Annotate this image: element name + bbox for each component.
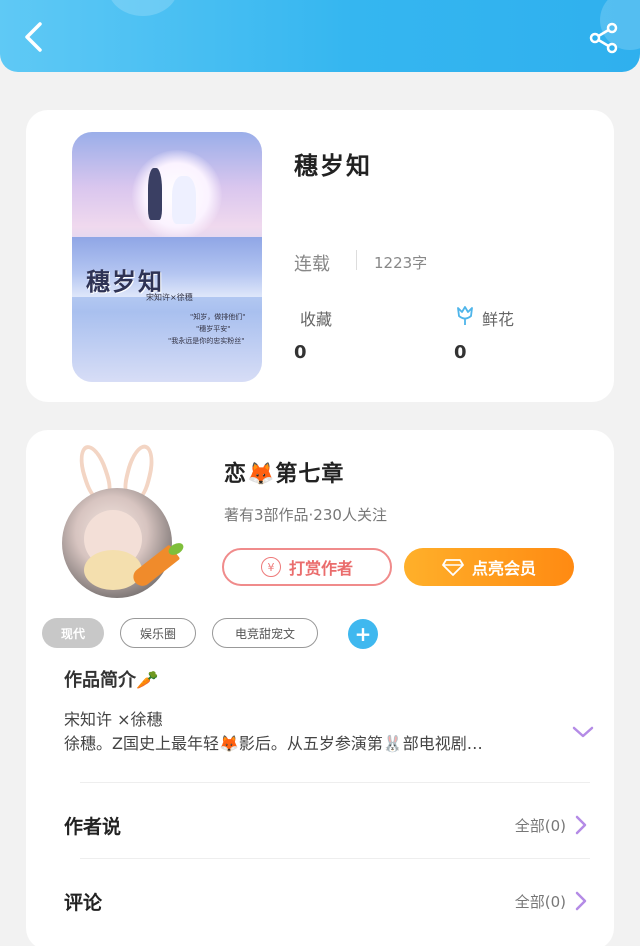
book-title: 穗岁知 [294,152,372,180]
cover-subtitle: 宋知许×徐穗 [146,293,193,302]
vip-button[interactable]: 点亮会员 [404,548,574,586]
share-button[interactable] [588,22,620,54]
cover-figure-man [148,168,162,220]
divider [356,250,357,270]
chevron-right-icon [575,815,587,835]
chevron-down-icon[interactable] [572,724,594,740]
favorites-count: 0 [294,342,307,363]
author-says-all-label: 全部(0) [514,816,566,835]
top-bar [0,0,640,72]
book-cover[interactable]: 穗岁知 宋知许×徐穗 "知岁，做排他们" "穗岁平安" "我永远是你的忠实粉丝" [72,132,262,382]
author-avatar-wrap[interactable] [56,440,196,600]
tag-entertainment[interactable]: 娱乐圈 [120,618,196,648]
flowers-count: 0 [454,342,467,363]
intro-text-line: 徐穗。Z国史上最年轻🦊影后。从五岁参演第🐰部电视剧… [64,734,483,753]
serial-status: 连载 [294,254,330,275]
flowers-label: 鲜花 [482,310,515,329]
word-count: 1223字 [374,254,428,272]
intro-text-line: 宋知许 ×徐穗 [64,710,163,729]
back-button[interactable] [18,18,52,56]
tag-modern[interactable]: 现代 [42,618,104,648]
vip-label: 点亮会员 [471,559,536,578]
author-detail-card: 恋🦊第七章 著有3部作品·230人关注 ¥ 打赏作者 点亮会员 现代 娱乐圈 电… [26,430,614,946]
share-icon [589,22,618,54]
reward-author-button[interactable]: ¥ 打赏作者 [222,548,392,586]
avatar [62,488,172,598]
cover-figure-woman [172,176,196,224]
book-info-card: 穗岁知 宋知许×徐穗 "知岁，做排他们" "穗岁平安" "我永远是你的忠实粉丝"… [26,110,614,402]
comments-title: 评论 [64,892,103,914]
author-says-title: 作者说 [64,816,122,838]
intro-title: 作品简介🥕 [64,670,159,691]
favorites-label: 收藏 [300,310,333,329]
tag-esports-romance[interactable]: 电竞甜宠文 [212,618,318,648]
divider [80,858,590,859]
cover-quote: "知岁，做排他们" [190,313,246,321]
chevron-right-icon [575,891,587,911]
tulip-icon [457,306,473,325]
divider [80,782,590,783]
author-meta: 著有3部作品·230人关注 [224,506,387,524]
reward-author-label: 打赏作者 [288,559,353,578]
chevron-left-icon [25,22,42,52]
comments-all-label: 全部(0) [514,892,566,911]
add-tag-button[interactable]: + [348,619,378,649]
author-name[interactable]: 恋🦊第七章 [224,456,344,488]
cover-quote: "我永远是你的忠实粉丝" [168,337,245,345]
yen-icon: ¥ [260,557,281,577]
avatar-pillow [84,550,142,590]
comments-all-link[interactable]: 全部(0) [515,890,588,912]
cover-quote: "穗岁平安" [196,325,231,333]
author-says-all-link[interactable]: 全部(0) [515,814,588,836]
diamond-icon [442,559,464,576]
decor-bubble [108,0,178,16]
